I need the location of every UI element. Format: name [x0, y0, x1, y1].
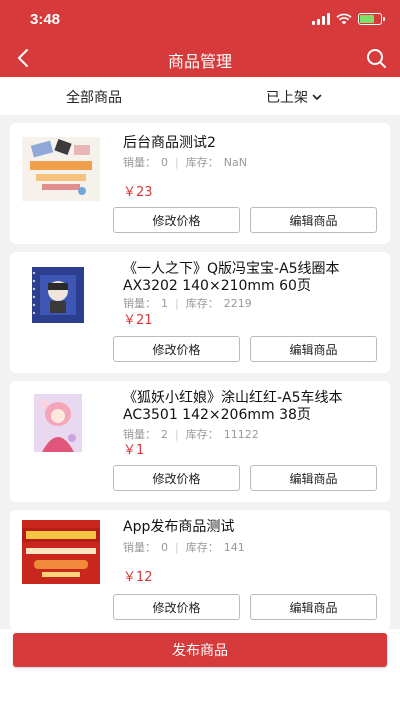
price-value: 21: [136, 313, 153, 328]
edit-price-button[interactable]: 修改价格: [113, 336, 240, 362]
price-value: 1: [136, 443, 145, 458]
product-meta: 销量： 0 | 库存： 141: [123, 539, 245, 555]
product-thumbnail: [34, 394, 82, 452]
meta-divider: |: [175, 540, 179, 554]
product-price: ￥21: [123, 309, 153, 328]
status-time: 3:48: [30, 11, 61, 28]
chevron-down-icon: [312, 94, 322, 100]
status-icons: [312, 13, 385, 25]
stock-label: 库存：: [185, 428, 219, 441]
edit-product-button[interactable]: 编辑商品: [250, 207, 377, 233]
stock-label: 库存：: [185, 156, 219, 169]
edit-product-button[interactable]: 编辑商品: [250, 336, 377, 362]
filter-all-products[interactable]: 全部商品: [66, 87, 122, 107]
product-title: 《一人之下》Q版冯宝宝-A5线圈本AX3202 140×210mm 60页: [123, 261, 340, 294]
product-card: 后台商品测试2 销量： 0 | 库存： NaN ￥23 修改价格 编辑商品: [10, 123, 390, 244]
battery-icon: [358, 13, 385, 25]
meta-divider: |: [175, 296, 179, 310]
search-icon[interactable]: [364, 46, 388, 70]
product-list[interactable]: 后台商品测试2 销量： 0 | 库存： NaN ￥23 修改价格 编辑商品 《一…: [0, 115, 400, 629]
product-meta: 销量： 0 | 库存： NaN: [123, 154, 247, 170]
stock-value: NaN: [223, 155, 247, 169]
product-thumbnail: [22, 520, 100, 584]
sales-value: 2: [161, 427, 168, 441]
product-title: 《狐妖小红娘》涂山红红-A5车线本AC3501 142×206mm 38页: [123, 390, 343, 423]
currency-symbol: ￥: [123, 570, 137, 585]
currency-symbol: ￥: [123, 443, 137, 458]
wifi-icon: [336, 13, 352, 25]
filter-status-label: 已上架: [266, 90, 308, 106]
status-bar: 3:48: [0, 0, 400, 40]
product-price: ￥23: [123, 181, 153, 200]
currency-symbol: ￥: [123, 185, 137, 200]
edit-price-button[interactable]: 修改价格: [113, 207, 240, 233]
filter-bar: 全部商品 已上架: [0, 77, 400, 115]
product-thumbnail: [22, 137, 100, 201]
edit-product-button[interactable]: 编辑商品: [250, 465, 377, 491]
edit-product-button[interactable]: 编辑商品: [250, 594, 377, 620]
filter-status-dropdown[interactable]: 已上架: [266, 87, 323, 107]
stock-label: 库存：: [185, 541, 219, 554]
sales-label: 销量：: [123, 541, 156, 554]
bottom-bar: 发布商品: [0, 629, 400, 711]
sales-value: 0: [161, 155, 168, 169]
price-value: 23: [136, 185, 153, 200]
stock-value: 11122: [223, 427, 259, 441]
meta-divider: |: [175, 427, 179, 441]
product-title: 后台商品测试2: [123, 135, 216, 151]
sales-value: 1: [161, 296, 168, 310]
edit-price-button[interactable]: 修改价格: [113, 465, 240, 491]
page-title: 商品管理: [167, 52, 232, 71]
price-value: 12: [136, 570, 153, 585]
stock-value: 2219: [223, 296, 252, 310]
product-card: App发布商品测试 销量： 0 | 库存： 141 ￥12 修改价格 编辑商品: [10, 510, 390, 629]
signal-icon: [312, 13, 330, 25]
nav-bar: 商品管理: [0, 40, 400, 77]
publish-product-button[interactable]: 发布商品: [13, 633, 387, 667]
stock-value: 141: [223, 540, 245, 554]
sales-label: 销量：: [123, 156, 156, 169]
stock-label: 库存：: [185, 297, 219, 310]
sales-value: 0: [161, 540, 168, 554]
product-card: 《狐妖小红娘》涂山红红-A5车线本AC3501 142×206mm 38页 销量…: [10, 381, 390, 502]
product-title: App发布商品测试: [123, 519, 235, 535]
product-card: 《一人之下》Q版冯宝宝-A5线圈本AX3202 140×210mm 60页 销量…: [10, 252, 390, 373]
product-thumbnail: [30, 265, 86, 325]
currency-symbol: ￥: [123, 313, 137, 328]
product-price: ￥1: [123, 439, 144, 458]
product-price: ￥12: [123, 566, 153, 585]
meta-divider: |: [175, 155, 179, 169]
edit-price-button[interactable]: 修改价格: [113, 594, 240, 620]
